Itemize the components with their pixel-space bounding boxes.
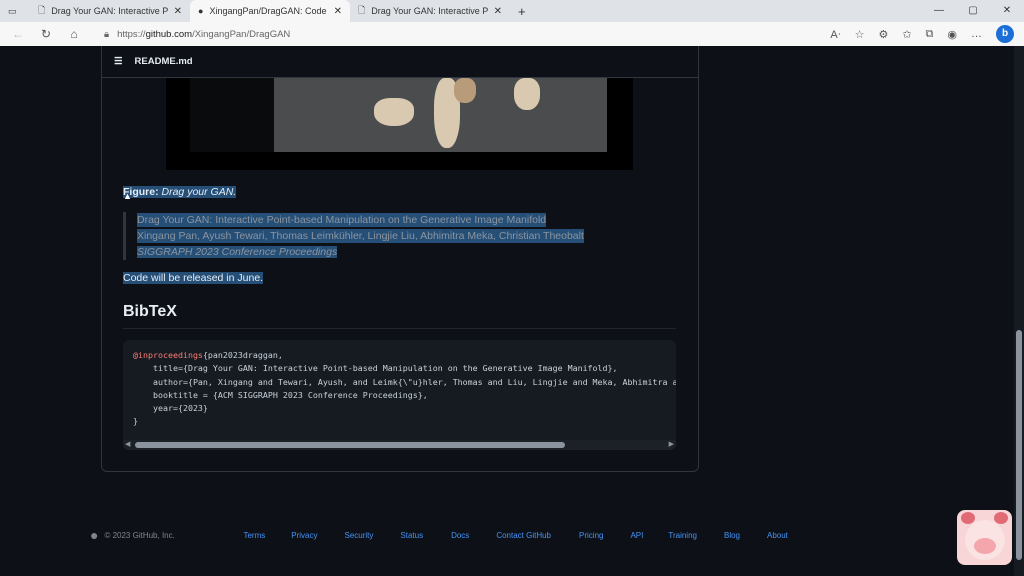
close-tab-icon[interactable]: ✕ bbox=[174, 6, 182, 17]
footer-link-blog[interactable]: Blog bbox=[724, 531, 740, 540]
bing-icon[interactable]: b bbox=[996, 25, 1014, 43]
scrollbar-thumb[interactable] bbox=[135, 442, 565, 448]
footer-link-docs[interactable]: Docs bbox=[451, 531, 469, 540]
close-tab-icon[interactable]: ✕ bbox=[334, 6, 342, 17]
footer-link-training[interactable]: Training bbox=[668, 531, 697, 540]
tab-actions-button[interactable]: ▭ bbox=[0, 0, 30, 22]
favorites-icon[interactable]: ✩ bbox=[902, 28, 911, 41]
lock-icon: 🔒︎ bbox=[104, 28, 110, 40]
tab-1[interactable]: 🗋Drag Your GAN: Interactive Point✕ bbox=[30, 0, 190, 22]
outline-list-icon[interactable]: ☰ bbox=[114, 56, 123, 67]
figure-image bbox=[166, 78, 633, 170]
scroll-left-icon[interactable]: ◀ bbox=[125, 440, 130, 450]
horizontal-scrollbar[interactable]: ◀ ▶ bbox=[123, 440, 676, 450]
readme-filename: README.md bbox=[134, 56, 193, 67]
minimize-button[interactable]: — bbox=[922, 0, 956, 22]
favorite-icon[interactable]: ☆ bbox=[855, 28, 865, 41]
maximize-button[interactable]: ▢ bbox=[956, 0, 990, 22]
footer-link-security[interactable]: Security bbox=[344, 531, 373, 540]
pig-sticker-icon bbox=[957, 510, 1012, 565]
collections-icon[interactable]: ⧉ bbox=[926, 28, 934, 41]
footer-link-contact[interactable]: Contact GitHub bbox=[496, 531, 551, 540]
footer-link-status[interactable]: Status bbox=[400, 531, 423, 540]
address-bar-row: ← ↻ ⌂ 🔒︎ https://github.com/XingangPan/Dr… bbox=[0, 22, 1024, 46]
page-scrollbar[interactable] bbox=[1014, 46, 1024, 576]
close-tab-icon[interactable]: ✕ bbox=[494, 6, 502, 17]
footer-link-about[interactable]: About bbox=[767, 531, 788, 540]
extensions-icon[interactable]: ⚙ bbox=[878, 28, 888, 41]
github-icon: ● bbox=[198, 6, 204, 16]
figure-caption: Figure: Drag your GAN. bbox=[123, 186, 237, 198]
bibtex-heading: BibTeX bbox=[123, 303, 177, 320]
read-aloud-icon[interactable]: Aᐧ bbox=[830, 28, 840, 41]
page-scrollbar-thumb[interactable] bbox=[1016, 330, 1022, 560]
github-logo-icon[interactable]: ● bbox=[90, 527, 98, 543]
footer-link-api[interactable]: API bbox=[630, 531, 643, 540]
footer-link-terms[interactable]: Terms bbox=[243, 531, 265, 540]
back-icon[interactable]: ← bbox=[4, 27, 32, 41]
mouse-cursor-icon: ▲ bbox=[123, 191, 132, 201]
tab-2[interactable]: ● XingangPan/DragGAN: Code for ✕ bbox=[190, 0, 350, 22]
tab-bar: ▭ 🗋Drag Your GAN: Interactive Point✕ ●Xi… bbox=[0, 0, 1024, 22]
menu-icon[interactable]: … bbox=[971, 28, 982, 40]
profile-avatar[interactable]: ◉ bbox=[947, 28, 957, 41]
new-tab-button[interactable]: + bbox=[510, 0, 534, 22]
scroll-right-icon[interactable]: ▶ bbox=[669, 440, 674, 450]
citation-blockquote: Drag Your GAN: Interactive Point-based M… bbox=[123, 212, 584, 260]
page-icon: 🗋 bbox=[358, 5, 366, 15]
bibtex-code-block[interactable]: @inproceedings{pan2023draggan, title={Dr… bbox=[123, 340, 676, 450]
page-icon: 🗋 bbox=[38, 5, 46, 15]
close-window-button[interactable]: ✕ bbox=[990, 0, 1024, 22]
release-note: Code will be released in June. bbox=[123, 272, 264, 284]
url-input[interactable]: 🔒︎ https://github.com/XingangPan/DragGAN bbox=[104, 26, 754, 42]
home-icon[interactable]: ⌂ bbox=[60, 27, 88, 41]
tab-3[interactable]: 🗋Drag Your GAN: Interactive Point✕ bbox=[350, 0, 510, 22]
footer: ● © 2023 GitHub, Inc. Terms Privacy Secu… bbox=[90, 527, 788, 543]
divider bbox=[123, 328, 676, 329]
footer-link-privacy[interactable]: Privacy bbox=[291, 531, 317, 540]
footer-link-pricing[interactable]: Pricing bbox=[579, 531, 603, 540]
refresh-icon[interactable]: ↻ bbox=[32, 27, 60, 41]
